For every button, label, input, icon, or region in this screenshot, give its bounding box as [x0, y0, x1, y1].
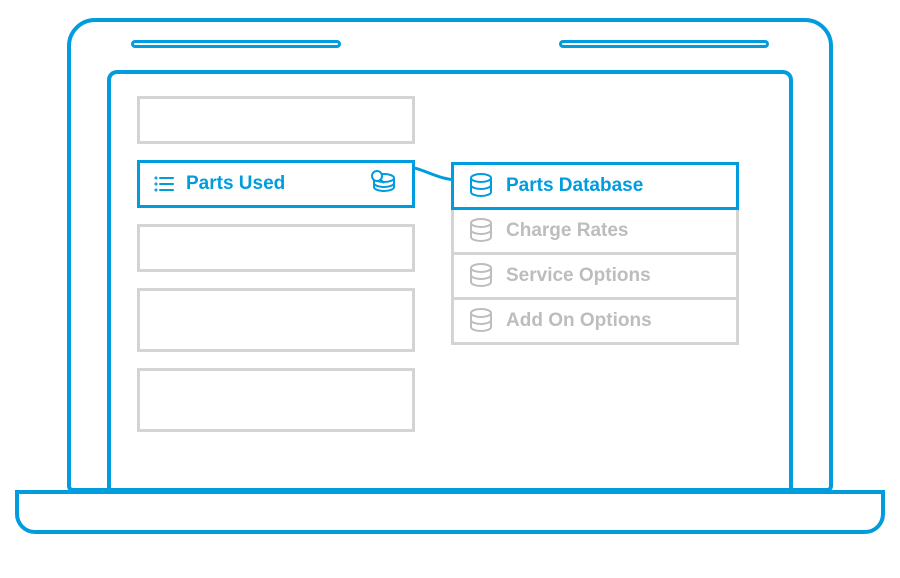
- placeholder-slot: [137, 368, 415, 432]
- db-option-label: Add On Options: [506, 310, 652, 332]
- database-search-icon: [368, 170, 398, 198]
- db-option-label: Parts Database: [506, 175, 643, 197]
- database-icon: [468, 218, 494, 244]
- laptop-base: [15, 490, 885, 534]
- db-option-parts-database[interactable]: Parts Database: [451, 162, 739, 210]
- laptop-frame: Parts Used: [67, 18, 833, 534]
- database-icon: [468, 263, 494, 289]
- database-icon: [468, 173, 494, 199]
- list-icon: [154, 176, 174, 192]
- placeholder-slot: [137, 96, 415, 144]
- speaker-grille-right: [559, 40, 769, 48]
- db-option-add-on-options[interactable]: Add On Options: [451, 297, 739, 345]
- db-option-label: Charge Rates: [506, 220, 629, 242]
- right-column: Parts Database Charge Rates: [451, 162, 739, 488]
- parts-used-row[interactable]: Parts Used: [137, 160, 415, 208]
- db-option-label: Service Options: [506, 265, 651, 287]
- speaker-grille-left: [131, 40, 341, 48]
- db-option-service-options[interactable]: Service Options: [451, 252, 739, 300]
- left-column: Parts Used: [137, 96, 415, 488]
- db-option-charge-rates[interactable]: Charge Rates: [451, 207, 739, 255]
- laptop-lid: Parts Used: [67, 18, 833, 492]
- laptop-screen: Parts Used: [107, 70, 793, 488]
- parts-used-label: Parts Used: [186, 173, 285, 195]
- database-icon: [468, 308, 494, 334]
- placeholder-slot: [137, 288, 415, 352]
- placeholder-slot: [137, 224, 415, 272]
